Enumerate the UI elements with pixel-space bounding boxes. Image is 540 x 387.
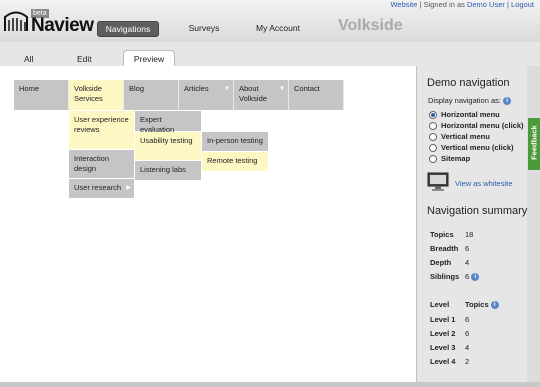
- radio-horizontal-menu[interactable]: [429, 111, 437, 119]
- logout-link[interactable]: Logout: [511, 0, 534, 9]
- submenu-item-listening-labs[interactable]: Listening labs: [135, 161, 201, 180]
- info-icon[interactable]: i: [490, 301, 499, 310]
- tab-preview[interactable]: Preview: [123, 50, 175, 67]
- level-value: 6: [465, 329, 470, 338]
- submenu-item-remote-testing[interactable]: Remote testing: [202, 152, 268, 171]
- dropdown-arrow-icon: ▼: [279, 86, 285, 92]
- menu-label: User experience reviews: [74, 115, 129, 134]
- nav-navigations[interactable]: Navigations: [97, 21, 159, 37]
- level-label: Level 2: [430, 329, 456, 338]
- menu-item-home[interactable]: Home: [14, 80, 69, 110]
- menu-label: Interaction design: [74, 154, 110, 173]
- dropdown-arrow-icon: ▼: [224, 86, 230, 92]
- feedback-tab[interactable]: Feedback: [528, 118, 540, 170]
- view-as-whitesite-link[interactable]: View as whitesite: [455, 179, 512, 188]
- tab-all[interactable]: All: [24, 54, 33, 64]
- stat-value: 18: [465, 230, 474, 239]
- submenu-item-usability-testing[interactable]: Usability testing: [135, 132, 201, 160]
- option-label: Horizontal menu (click): [441, 121, 524, 130]
- submenu-arrow-icon: ▶: [126, 185, 131, 191]
- menu-label: Contact: [294, 84, 320, 93]
- levels-header-topics: Topics i: [465, 300, 499, 310]
- separator: |: [507, 0, 509, 9]
- menu-item-blog[interactable]: Blog: [124, 80, 179, 110]
- option-label: Sitemap: [441, 154, 471, 163]
- separator: |: [419, 0, 422, 9]
- option-label: Vertical menu: [441, 132, 490, 141]
- radio-horizontal-menu-click[interactable]: [429, 122, 437, 130]
- level-label: Level 3: [430, 343, 456, 352]
- stat-label: Siblings: [430, 272, 460, 281]
- nav-surveys[interactable]: Surveys: [186, 21, 222, 35]
- display-nav-label: Display navigation as: i: [428, 96, 512, 106]
- menu-label: Listening labs: [140, 165, 186, 174]
- signed-in-label: Signed in as: [423, 0, 465, 9]
- menu-label: Articles: [184, 84, 209, 93]
- navigation-summary-title: Navigation summary: [427, 205, 528, 217]
- feedback-label: Feedback: [529, 125, 539, 160]
- menu-label: Usability testing: [140, 136, 193, 145]
- volkside-brand: Volkside: [338, 17, 403, 34]
- stat-label: Topics: [430, 230, 454, 239]
- submenu-item-ux-reviews[interactable]: User experience reviews: [69, 111, 134, 149]
- info-icon[interactable]: i: [503, 97, 512, 106]
- levels-header-topics-text: Topics: [465, 300, 489, 309]
- submenu-item-expert-evaluation[interactable]: Expert evaluation: [135, 111, 201, 134]
- radio-vertical-menu[interactable]: [429, 133, 437, 141]
- submenu-item-in-person-testing[interactable]: In-person testing: [202, 132, 268, 151]
- siblings-value: 6: [465, 272, 470, 281]
- app-logo-name[interactable]: Naview: [31, 15, 94, 37]
- menu-label: In-person testing: [207, 136, 263, 145]
- stat-value: 6: [465, 244, 470, 253]
- option-label: Vertical menu (click): [441, 143, 514, 152]
- website-link[interactable]: Website: [390, 0, 417, 9]
- level-label: Level 1: [430, 315, 456, 324]
- menu-item-articles[interactable]: Articles ▼: [179, 80, 234, 110]
- stat-value: 6 i: [465, 272, 480, 282]
- submenu-item-interaction-design[interactable]: Interaction design: [69, 150, 134, 178]
- monitor-icon: [427, 172, 449, 191]
- option-label: Horizontal menu: [441, 110, 500, 119]
- bottom-scrollbar[interactable]: [0, 382, 540, 387]
- levels-header-level: Level: [430, 300, 450, 309]
- nav-my-account[interactable]: My Account: [255, 21, 301, 35]
- preview-canvas: [0, 66, 417, 382]
- demo-navigation-title: Demo navigation: [427, 77, 510, 89]
- menu-label: User research: [74, 183, 122, 192]
- level-label: Level 4: [430, 357, 456, 366]
- level-value: 4: [465, 343, 470, 352]
- menu-item-about-volkside[interactable]: About Volkside ▼: [234, 80, 289, 110]
- top-user-nav: Website | Signed in as Demo User | Logou…: [390, 0, 534, 9]
- menu-label: Remote testing: [207, 156, 258, 165]
- radio-sitemap[interactable]: [429, 155, 437, 163]
- menu-item-contact[interactable]: Contact: [289, 80, 344, 110]
- menu-label: About Volkside: [239, 84, 267, 103]
- level-value: 6: [465, 315, 470, 324]
- radio-vertical-menu-click[interactable]: [429, 144, 437, 152]
- menu-label: Home: [19, 84, 40, 93]
- menu-label: Blog: [129, 84, 145, 93]
- info-icon[interactable]: i: [471, 273, 480, 282]
- menu-item-volkside-services[interactable]: Volkside Services: [69, 80, 124, 110]
- submenu-item-user-research[interactable]: User research ▶: [69, 179, 134, 198]
- tab-edit[interactable]: Edit: [77, 54, 92, 64]
- user-link[interactable]: Demo User: [467, 0, 505, 9]
- logo-icon[interactable]: [3, 7, 29, 33]
- stat-value: 4: [465, 258, 470, 267]
- menu-label: Volkside Services: [74, 84, 103, 103]
- stat-label: Depth: [430, 258, 452, 267]
- display-nav-text: Display navigation as:: [428, 96, 501, 105]
- stat-label: Breadth: [430, 244, 459, 253]
- level-value: 2: [465, 357, 470, 366]
